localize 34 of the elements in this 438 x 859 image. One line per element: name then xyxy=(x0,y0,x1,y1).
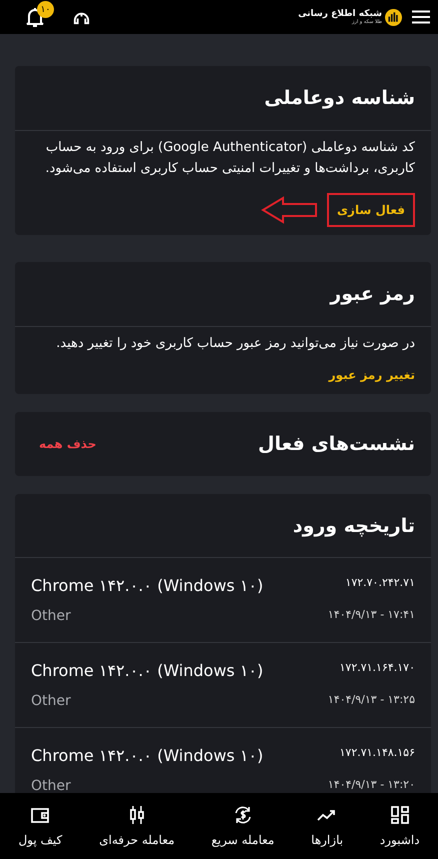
card-description: در صورت نیاز می‌توانید رمز عبور حساب کاربری خود را تغییر دهید. xyxy=(55,335,415,353)
logo-title: شبکه اطلاع رسانی xyxy=(298,10,382,18)
browser-name: Chrome ۱۴۲.۰.۰ (Windows ۱۰) xyxy=(31,746,264,765)
nav-item[interactable]: کیف پول xyxy=(16,801,64,851)
device-name: Other xyxy=(31,693,72,709)
device-name: Other xyxy=(31,608,72,624)
exchange-icon xyxy=(232,805,253,825)
delete-all-button[interactable]: حذف همه xyxy=(35,433,100,455)
nav-item[interactable]: معامله حرفه‌ای xyxy=(97,801,177,851)
nav-item[interactable]: داشبورد xyxy=(378,801,422,851)
wallet-icon xyxy=(30,805,50,825)
card-title: نشست‌های فعال xyxy=(258,433,415,455)
browser-name: Chrome ۱۴۲.۰.۰ (Windows ۱۰) xyxy=(31,661,264,680)
activate-button[interactable]: فعال سازی xyxy=(327,193,415,227)
nav-item[interactable]: معامله سریع xyxy=(209,801,276,851)
card-title: شناسه دوعاملی xyxy=(264,87,415,109)
card-title: تاریخچه ورود xyxy=(292,514,415,536)
logo-icon xyxy=(385,8,402,26)
device-name: Other xyxy=(31,778,72,793)
login-time: ۱۴۰۴/۹/۱۳ - ۱۳:۲۵ xyxy=(326,693,415,708)
browser-name: Chrome ۱۴۲.۰.۰ (Windows ۱۰) xyxy=(31,576,264,595)
login-time: ۱۴۰۴/۹/۱۳ - ۱۷:۴۱ xyxy=(326,608,415,623)
annotation-arrow xyxy=(261,196,320,224)
nav-item[interactable]: بازارها xyxy=(309,801,346,851)
login-time: ۱۴۰۴/۹/۱۳ - ۱۳:۲۰ xyxy=(326,778,415,793)
menu-icon[interactable] xyxy=(412,10,430,24)
ip-address: ۱۷۲.۷۱.۱۶۴.۱۷۰ xyxy=(338,661,415,676)
card-description: کد شناسه دوعاملی (Google Authenticator) برای ورود به حساب کاربری، برداشت‌ها و تغییرات امنیتی حساب کاربری استفاده می‌شود. xyxy=(44,139,415,178)
change-password-link[interactable]: تغییر رمز عبور xyxy=(328,368,415,382)
ip-address: ۱۷۲.۷۰.۲۴۲.۷۱ xyxy=(344,576,415,591)
notification-badge: ۱۰ xyxy=(37,1,54,18)
card-title: رمز عبور xyxy=(330,283,415,305)
ip-address: ۱۷۲.۷۱.۱۴۸.۱۵۶ xyxy=(338,746,415,761)
dashboard-icon xyxy=(390,805,410,825)
